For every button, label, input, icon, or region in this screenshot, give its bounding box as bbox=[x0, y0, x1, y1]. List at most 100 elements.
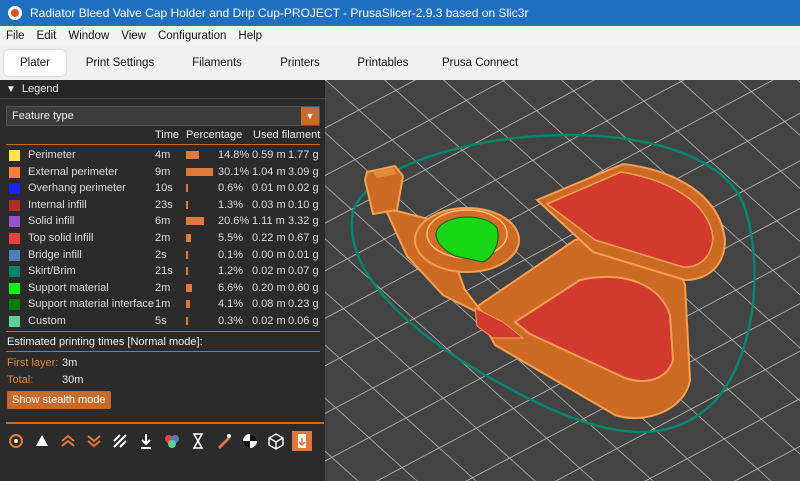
show-stealth-mode-button[interactable]: Show stealth mode bbox=[7, 391, 111, 409]
estimated-times-label: Estimated printing times [Normal mode]: bbox=[7, 336, 203, 348]
legend-row[interactable]: Bridge infill 2s 0.1% 0.00 m 0.01 g bbox=[0, 247, 325, 263]
wipe-icon[interactable] bbox=[110, 431, 130, 451]
feature-time: 2m bbox=[155, 281, 171, 294]
feature-name: Skirt/Brim bbox=[28, 265, 76, 278]
feature-grams: 3.09 g bbox=[288, 165, 319, 178]
tab-prusa-connect[interactable]: Prusa Connect bbox=[430, 50, 530, 76]
feature-grams: 0.23 g bbox=[288, 298, 319, 311]
feature-meters: 0.03 m bbox=[252, 198, 286, 211]
feature-name: Top solid infill bbox=[28, 232, 94, 244]
legend-row[interactable]: Top solid infill 2m 5.5% 0.22 m 0.67 g bbox=[0, 230, 325, 246]
feature-name: Overhang perimeter bbox=[28, 182, 126, 195]
menu-edit[interactable]: Edit bbox=[31, 30, 63, 42]
menu-file[interactable]: File bbox=[0, 30, 31, 42]
percentage-bar bbox=[186, 317, 188, 325]
feature-time: 1m bbox=[155, 298, 171, 311]
shells-icon[interactable] bbox=[240, 431, 260, 451]
color-swatch bbox=[9, 233, 20, 244]
feature-type-select[interactable]: Feature type ▼ bbox=[6, 106, 320, 126]
feature-percentage: 14.8% bbox=[218, 149, 250, 161]
dropdown-arrow-icon[interactable]: ▼ bbox=[301, 107, 319, 125]
legend-row[interactable]: Solid infill 6m 20.6% 1.11 m 3.32 g bbox=[0, 213, 325, 229]
percentage-bar bbox=[186, 267, 188, 276]
percentage-bar bbox=[186, 217, 205, 226]
color-swatch bbox=[9, 316, 20, 327]
total-label: Total: bbox=[7, 374, 34, 386]
seam-icon[interactable] bbox=[6, 431, 26, 451]
menu-bar: File Edit Window View Configuration Help bbox=[0, 26, 800, 46]
color-swatch bbox=[9, 199, 20, 211]
total-value: 30m bbox=[62, 374, 84, 386]
menu-configuration[interactable]: Configuration bbox=[152, 30, 232, 42]
menu-window[interactable]: Window bbox=[62, 30, 115, 42]
feature-grams: 0.06 g bbox=[288, 315, 319, 327]
legend-row[interactable]: External perimeter 9m 30.1% 1.04 m 3.09 g bbox=[0, 164, 325, 180]
tool-marker-icon[interactable] bbox=[32, 431, 52, 451]
layers-down-icon[interactable] bbox=[84, 431, 104, 451]
percentage-bar bbox=[186, 283, 192, 292]
color-swatch bbox=[9, 249, 20, 261]
feature-time: 5s bbox=[155, 315, 167, 327]
feature-percentage: 0.3% bbox=[218, 315, 244, 327]
legend-row[interactable]: Support material 2m 6.6% 0.20 m 0.60 g bbox=[0, 280, 325, 296]
feature-grams: 0.07 g bbox=[288, 265, 319, 278]
legend-row[interactable]: Perimeter 4m 14.8% 0.59 m 1.77 g bbox=[0, 147, 325, 163]
feature-name: Support material interface bbox=[28, 298, 154, 311]
rows-separator bbox=[6, 331, 320, 332]
feature-name: External perimeter bbox=[28, 165, 118, 178]
pause-icon[interactable] bbox=[188, 431, 208, 451]
legend-row[interactable]: Custom 5s 0.3% 0.02 m 0.06 g bbox=[0, 313, 325, 329]
feature-name: Support material bbox=[28, 281, 109, 294]
3d-preview-viewport[interactable] bbox=[325, 80, 800, 481]
legend-title: Legend bbox=[21, 83, 59, 95]
tab-plater[interactable]: Plater bbox=[4, 50, 66, 76]
legend-row[interactable]: Internal infill 23s 1.3% 0.03 m 0.10 g bbox=[0, 197, 325, 213]
bed-and-model-render[interactable] bbox=[325, 80, 800, 481]
feature-grams: 0.10 g bbox=[288, 198, 319, 211]
percentage-bar bbox=[186, 234, 191, 242]
bounding-box-icon[interactable] bbox=[266, 431, 286, 451]
feature-time: 23s bbox=[155, 198, 173, 211]
feature-percentage: 0.1% bbox=[218, 248, 244, 261]
retract-icon[interactable] bbox=[136, 431, 156, 451]
custom-gcode-icon[interactable] bbox=[214, 431, 234, 451]
prusaslicer-app-icon bbox=[8, 6, 22, 20]
collapse-triangle-icon[interactable]: ▼ bbox=[6, 84, 16, 95]
color-swatch bbox=[9, 299, 20, 311]
legend-header[interactable]: ▼ Legend bbox=[0, 80, 325, 99]
legend-row[interactable]: Overhang perimeter 10s 0.6% 0.01 m 0.02 g bbox=[0, 180, 325, 196]
layers-up-icon[interactable] bbox=[58, 431, 78, 451]
feature-time: 10s bbox=[155, 182, 173, 195]
feature-meters: 0.20 m bbox=[252, 281, 286, 294]
feature-time: 21s bbox=[155, 265, 173, 278]
tab-printers[interactable]: Printers bbox=[264, 50, 336, 76]
feature-grams: 1.77 g bbox=[288, 149, 319, 161]
color-change-icon[interactable] bbox=[162, 431, 182, 451]
travel-icon[interactable] bbox=[292, 431, 312, 451]
menu-help[interactable]: Help bbox=[232, 30, 268, 42]
percentage-bar bbox=[186, 250, 188, 259]
title-bar: Radiator Bleed Valve Cap Holder and Drip… bbox=[0, 0, 800, 26]
tab-printables[interactable]: Printables bbox=[340, 50, 426, 76]
legend-row[interactable]: Support material interface 1m 4.1% 0.08 m 0.… bbox=[0, 296, 325, 312]
tab-filaments[interactable]: Filaments bbox=[174, 50, 260, 76]
legend-row[interactable]: Skirt/Brim 21s 1.2% 0.02 m 0.07 g bbox=[0, 263, 325, 279]
col-percentage: Percentage bbox=[186, 129, 243, 141]
percentage-bar bbox=[186, 184, 188, 193]
feature-grams: 0.60 g bbox=[288, 281, 319, 294]
feature-percentage: 0.6% bbox=[218, 182, 244, 195]
percentage-bar bbox=[186, 300, 190, 309]
feature-name: Solid infill bbox=[28, 215, 75, 228]
menu-view[interactable]: View bbox=[115, 30, 152, 42]
header-separator bbox=[6, 144, 320, 145]
feature-grams: 0.02 g bbox=[288, 182, 319, 195]
feature-name: Bridge infill bbox=[28, 248, 82, 261]
percentage-bar bbox=[186, 200, 188, 209]
tab-bar: Plater Print Settings Filaments Printers… bbox=[0, 46, 800, 81]
col-time: Time bbox=[155, 129, 180, 141]
feature-time: 9m bbox=[155, 165, 171, 178]
tab-print-settings[interactable]: Print Settings bbox=[70, 50, 170, 76]
window-title: Radiator Bleed Valve Cap Holder and Drip… bbox=[30, 6, 529, 20]
percentage-bar bbox=[186, 167, 213, 176]
feature-time: 4m bbox=[155, 149, 171, 161]
